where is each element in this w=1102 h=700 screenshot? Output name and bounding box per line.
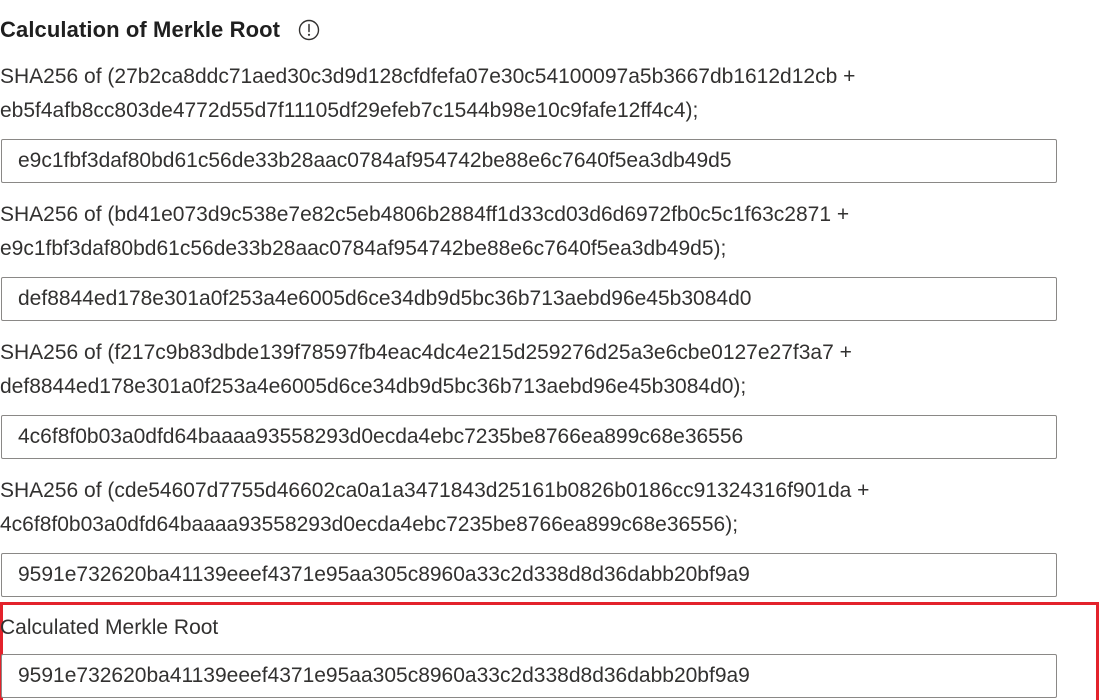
- step-3-result-field[interactable]: 4c6f8f0b03a0dfd64baaaa93558293d0ecda4ebc…: [1, 415, 1057, 459]
- step-2-formula-line-2: e9c1fbf3daf80bd61c56de33b28aac0784af9547…: [0, 237, 727, 260]
- merkle-root-label: Calculated Merkle Root: [0, 616, 219, 639]
- step-2-formula-line-1: SHA256 of (bd41e073d9c538e7e82c5eb4806b2…: [0, 203, 850, 226]
- step-1-formula-line-1: SHA256 of (27b2ca8ddc71aed30c3d9d128cfdf…: [0, 65, 856, 88]
- step-3-formula-line-1: SHA256 of (f217c9b83dbde139f78597fb4eac4…: [0, 341, 852, 364]
- step-4-formula-line-2: 4c6f8f0b03a0dfd64baaaa93558293d0ecda4ebc…: [0, 513, 739, 536]
- step-2-result-field[interactable]: def8844ed178e301a0f253a4e6005d6ce34db9d5…: [1, 277, 1057, 321]
- section-header: Calculation of Merkle Root: [0, 12, 320, 48]
- info-icon[interactable]: [298, 19, 320, 41]
- step-3-formula-line-2: def8844ed178e301a0f253a4e6005d6ce34db9d5…: [0, 375, 747, 398]
- step-4-formula-line-1: SHA256 of (cde54607d7755d46602ca0a1a3471…: [0, 479, 870, 502]
- section-title: Calculation of Merkle Root: [0, 17, 281, 42]
- step-4-result-field[interactable]: 9591e732620ba41139eeef4371e95aa305c8960a…: [1, 553, 1057, 597]
- merkle-root-field[interactable]: 9591e732620ba41139eeef4371e95aa305c8960a…: [1, 654, 1057, 698]
- step-1-result-field[interactable]: e9c1fbf3daf80bd61c56de33b28aac0784af9547…: [1, 139, 1057, 183]
- step-1-formula-line-2: eb5f4afb8cc803de4772d55d7f11105df29efeb7…: [0, 99, 699, 122]
